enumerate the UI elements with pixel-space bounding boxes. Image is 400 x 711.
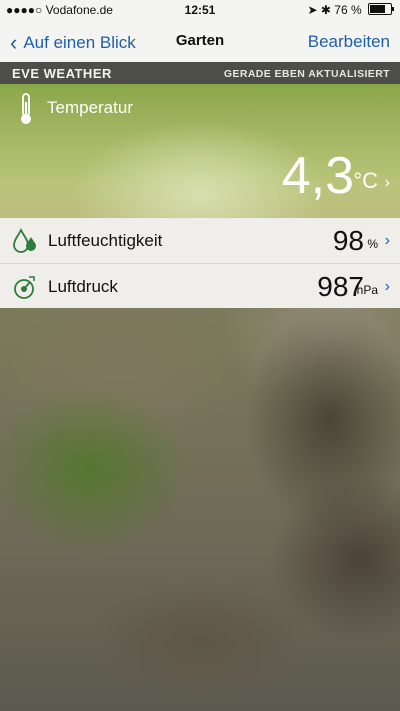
pressure-unit: hPa (356, 283, 378, 297)
temperature-unit: °C (353, 168, 378, 193)
battery-icon (368, 3, 394, 15)
pressure-label: Luftdruck (48, 277, 118, 296)
humidity-unit: % (367, 237, 378, 251)
thermometer-icon (21, 93, 31, 124)
bluetooth-icon: ✱ (320, 3, 331, 17)
accessory-header: EVE WEATHER GERADE EBEN AKTUALISIERT (0, 62, 400, 84)
temperature-panel[interactable]: Temperatur 4,3 °C › (0, 84, 400, 218)
edit-button[interactable]: Bearbeiten (308, 32, 390, 52)
navigation-bar: ‹ Auf einen Blick Garten Bearbeiten (0, 20, 400, 62)
pressure-gauge-icon (14, 276, 35, 299)
humidity-label: Luftfeuchtigkeit (48, 231, 163, 250)
humidity-drop-icon (13, 227, 36, 253)
temperature-value: 4,3 (281, 147, 354, 205)
temperature-label: Temperatur (47, 98, 133, 117)
chevron-right-icon: › (384, 278, 390, 295)
accessory-name: EVE WEATHER (12, 66, 112, 81)
update-status: GERADE EBEN AKTUALISIERT (223, 68, 390, 80)
chevron-right-icon: › (384, 232, 390, 249)
status-bar: ●●●●○ Vodafone.de 12:51 ➤ ✱ 76 % (0, 0, 400, 20)
battery-percentage: 76 % (334, 3, 362, 17)
humidity-value: 98 (332, 225, 364, 256)
top-bar: ●●●●○ Vodafone.de 12:51 ➤ ✱ 76 % ‹ Auf ei… (0, 0, 400, 62)
humidity-row[interactable]: Luftfeuchtigkeit 98 % › (0, 218, 400, 264)
chevron-right-icon: › (384, 174, 390, 191)
pressure-row[interactable]: Luftdruck 987 hPa › (0, 264, 400, 308)
battery-status: ➤ ✱ 76 % (307, 3, 394, 17)
location-icon: ➤ (307, 3, 318, 17)
